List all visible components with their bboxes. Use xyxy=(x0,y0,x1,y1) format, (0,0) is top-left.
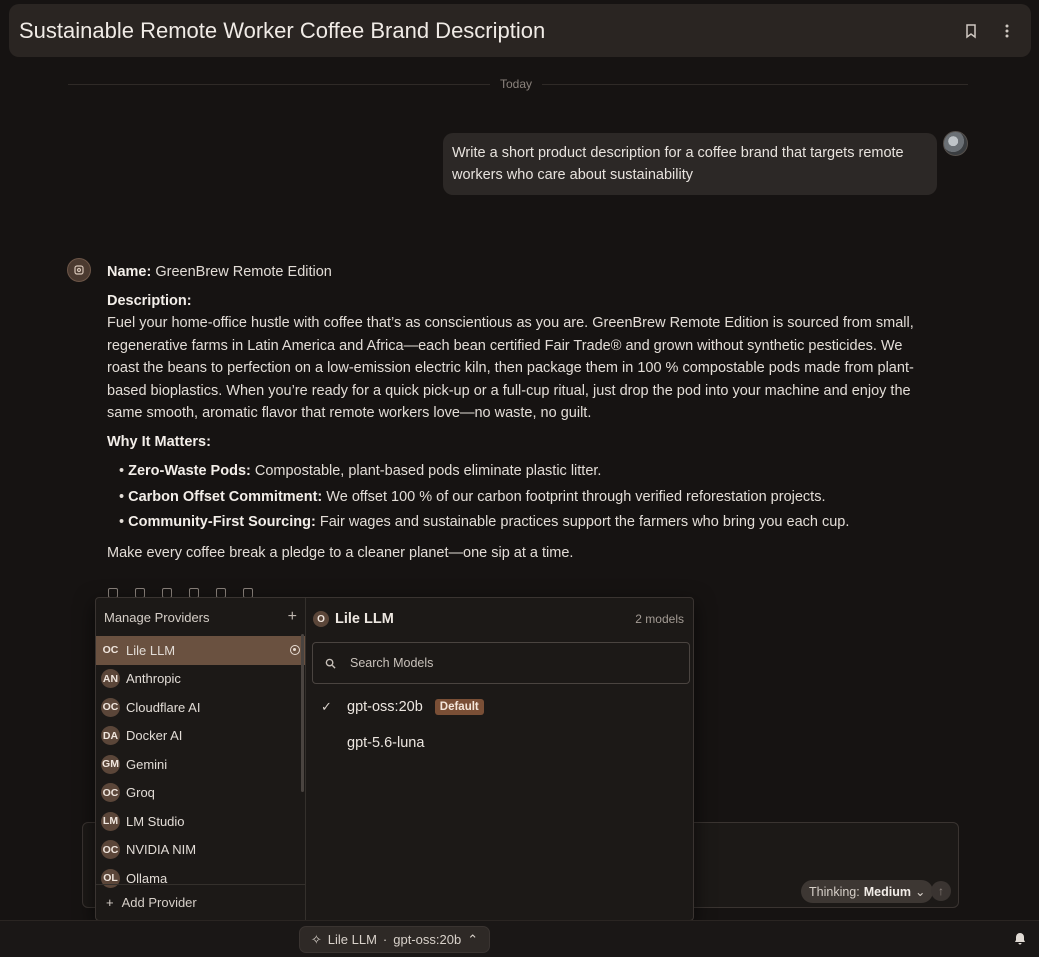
selected-radio-icon xyxy=(290,645,300,655)
provider-list-panel: Manage Providers + OC Lile LLM AN Anthro… xyxy=(96,598,306,920)
model-search[interactable] xyxy=(312,642,690,684)
bot-icon xyxy=(74,265,84,275)
chat-header: Sustainable Remote Worker Coffee Brand D… xyxy=(9,4,1031,57)
provider-list-scrollbar[interactable] xyxy=(301,634,304,792)
model-count: 2 models xyxy=(635,612,684,626)
provider-name: LM Studio xyxy=(126,813,185,829)
list-item: Community-First Sourcing: Fair wages and… xyxy=(119,510,937,536)
user-message: Write a short product description for a … xyxy=(443,133,937,195)
provider-item-lile-llm[interactable]: OC Lile LLM xyxy=(96,636,305,665)
model-item-gpt-oss-20b[interactable]: ✓ gpt-oss:20b Default xyxy=(307,692,693,722)
chat-title: Sustainable Remote Worker Coffee Brand D… xyxy=(19,17,546,43)
closing-line: Make every coffee break a pledge to a cl… xyxy=(107,544,574,561)
arrow-up-icon: ↑ xyxy=(938,884,944,898)
provider-badge: OC xyxy=(101,840,120,860)
bell-icon[interactable] xyxy=(1013,932,1027,946)
default-badge: Default xyxy=(434,699,484,715)
provider-badge: AN xyxy=(101,669,120,689)
add-provider-button[interactable]: + Add Provider xyxy=(96,884,305,920)
providers-header: Manage Providers + xyxy=(96,598,305,636)
description-heading: Description: xyxy=(107,292,192,309)
send-button[interactable]: ↑ xyxy=(931,881,951,901)
model-selector-button[interactable]: ✧ Lile LLM · gpt-oss:20b ⌃ xyxy=(299,926,490,953)
product-name-line: Name: GreenBrew Remote Edition xyxy=(107,261,937,284)
provider-item-groq[interactable]: OC Groq xyxy=(96,779,305,808)
model-item-gpt-5-6-luna[interactable]: gpt-5.6-luna xyxy=(307,728,693,758)
provider-name: Gemini xyxy=(126,756,168,772)
selected-provider-name: Lile LLM xyxy=(335,611,394,627)
status-footer xyxy=(0,920,1039,957)
model-name: gpt-oss:20b xyxy=(347,699,423,715)
model-selector-popover: Manage Providers + OC Lile LLM AN Anthro… xyxy=(95,597,694,921)
provider-badge: OC xyxy=(101,697,120,717)
assistant-message: Name: GreenBrew Remote Edition Descripti… xyxy=(107,261,937,564)
provider-name: Anthropic xyxy=(126,671,181,687)
provider-name: Lile LLM xyxy=(126,642,176,658)
list-item: Zero-Waste Pods: Compostable, plant-base… xyxy=(119,459,937,485)
bookmark-icon[interactable] xyxy=(957,17,985,45)
provider-item-nvidia-nim[interactable]: OC NVIDIA NIM xyxy=(96,836,305,865)
day-label: Today xyxy=(490,76,543,92)
provider-badge: LM xyxy=(101,811,120,831)
provider-item-cloudflare-ai[interactable]: OC Cloudflare AI xyxy=(96,693,305,722)
search-icon xyxy=(325,658,336,669)
name-label: Name: xyxy=(107,264,152,280)
chevron-up-icon: ⌃ xyxy=(467,931,479,947)
search-input[interactable] xyxy=(350,656,650,670)
provider-badge: GM xyxy=(101,754,120,774)
add-provider-icon[interactable]: + xyxy=(288,608,297,626)
model-list-panel: O Lile LLM 2 models ✓ gpt-oss:20b Defaul… xyxy=(307,598,693,920)
provider-name: Docker AI xyxy=(126,728,183,744)
description-text: Fuel your home-office hustle with coffee… xyxy=(107,315,914,421)
assistant-avatar xyxy=(67,258,91,282)
plus-icon: + xyxy=(106,895,114,910)
provider-badge: OC xyxy=(101,783,120,803)
sparkle-icon: ✧ xyxy=(310,931,322,947)
more-vertical-icon[interactable] xyxy=(993,17,1021,45)
user-avatar xyxy=(943,131,968,156)
provider-item-anthropic[interactable]: AN Anthropic xyxy=(96,665,305,694)
check-icon: ✓ xyxy=(321,699,332,714)
providers-title: Manage Providers xyxy=(104,609,210,625)
list-item: Carbon Offset Commitment: We offset 100 … xyxy=(119,485,937,511)
name-value: GreenBrew Remote Edition xyxy=(155,264,332,280)
chevron-down-icon: ⌄ xyxy=(914,885,926,899)
model-name: gpt-5.6-luna xyxy=(347,735,425,751)
provider-item-gemini[interactable]: GM Gemini xyxy=(96,750,305,779)
provider-badge: DA xyxy=(101,726,120,746)
provider-name: Groq xyxy=(126,785,155,801)
benefit-list: Zero-Waste Pods: Compostable, plant-base… xyxy=(119,459,937,536)
thinking-dropdown[interactable]: Thinking: Medium ⌄ xyxy=(801,880,934,903)
provider-name: NVIDIA NIM xyxy=(126,842,197,858)
provider-name: Cloudflare AI xyxy=(126,699,201,715)
provider-item-lm-studio[interactable]: LM LM Studio xyxy=(96,807,305,836)
provider-item-docker-ai[interactable]: DA Docker AI xyxy=(96,722,305,751)
why-heading: Why It Matters: xyxy=(107,433,211,450)
provider-badge: OC xyxy=(102,644,119,657)
provider-badge: O xyxy=(313,611,329,627)
model-panel-header: O Lile LLM 2 models xyxy=(307,598,693,640)
